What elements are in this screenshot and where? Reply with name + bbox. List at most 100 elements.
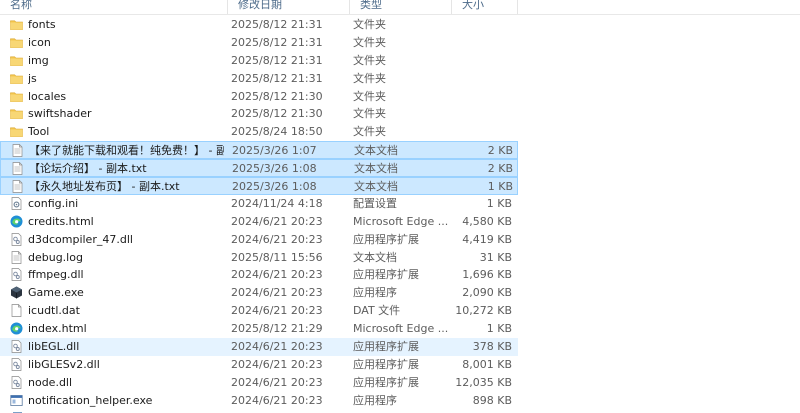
file-size: 1 KB: [487, 180, 513, 194]
file-size: 1,696 KB: [462, 268, 512, 282]
file-size: [450, 52, 512, 70]
file-list: fonts 2025/8/12 21:31 文件夹 icon 2025/8/12 21:…: [0, 16, 800, 410]
file-size: 2 KB: [487, 144, 513, 158]
file-name: img: [28, 53, 49, 67]
file-type: 应用程序扩展: [353, 268, 419, 282]
file-row[interactable]: node.dll 2024/6/21 20:23 应用程序扩展 12,035 KB: [0, 374, 518, 392]
file-type: 应用程序扩展: [353, 375, 419, 389]
file-type: 文本文档: [354, 180, 398, 194]
file-row[interactable]: ffmpeg.dll 2024/6/21 20:23 应用程序扩展 1,696 KB: [0, 266, 518, 284]
file-modified-date: 2025/8/12 21:30: [231, 89, 323, 103]
file-modified-date: 2025/8/12 21:31: [231, 71, 323, 85]
file-type: 配置设置: [353, 196, 397, 210]
file-size: 378 KB: [472, 340, 512, 354]
column-header: 名称 修改日期 类型 大小: [0, 0, 800, 15]
file-type: 文件夹: [353, 71, 386, 85]
text-file-icon: [10, 250, 23, 264]
file-row[interactable]: icudtl.dat 2024/6/21 20:23 DAT 文件 10,272 KB: [0, 302, 518, 320]
file-modified-date: 2024/6/21 20:23: [231, 214, 323, 228]
config-file-icon: [10, 197, 23, 210]
file-name: 【论坛介绍】 - 副本.txt: [29, 162, 147, 176]
file-row[interactable]: swiftshader 2025/8/12 21:30 文件夹: [0, 105, 518, 123]
file-size: [450, 123, 512, 141]
file-type: 应用程序: [353, 286, 397, 300]
column-header-name[interactable]: 名称: [0, 0, 228, 14]
file-row[interactable]: index.html 2025/8/12 21:29 Microsoft Edge …: [0, 320, 518, 338]
file-name: debug.log: [28, 250, 83, 264]
blank-file-icon: [10, 304, 23, 318]
folder-icon: [10, 125, 23, 138]
file-row[interactable]: 【永久地址发布页】 - 副本.txt 2025/3/26 1:08 文本文档 1 KB: [0, 177, 518, 195]
file-modified-date: 2024/6/21 20:23: [231, 357, 323, 371]
file-row[interactable]: libGLESv2.dll 2024/6/21 20:23 应用程序扩展 8,001 …: [0, 356, 518, 374]
file-modified-date: 2025/8/12 21:29: [231, 322, 323, 336]
file-row[interactable]: d3dcompiler_47.dll 2024/6/21 20:23 应用程序扩展 4…: [0, 231, 518, 249]
file-row[interactable]: img 2025/8/12 21:31 文件夹: [0, 52, 518, 70]
file-row[interactable]: debug.log 2025/8/11 15:56 文本文档 31 KB: [0, 249, 518, 267]
file-size: 4,580 KB: [462, 214, 512, 228]
file-type: 文本文档: [354, 144, 398, 158]
file-row[interactable]: locales 2025/8/12 21:30 文件夹: [0, 88, 518, 106]
file-name: index.html: [28, 322, 87, 336]
column-header-type[interactable]: 类型: [350, 0, 452, 14]
file-modified-date: 2025/8/12 21:31: [231, 18, 323, 31]
file-size: [450, 34, 512, 52]
text-file-icon: [11, 180, 24, 193]
file-row[interactable]: 【来了就能下载和观看！纯免费！】 - 副... 2025/3/26 1:07 文本文…: [0, 141, 518, 160]
file-name: ffmpeg.dll: [28, 268, 84, 282]
file-type: 文本文档: [354, 162, 398, 176]
file-size: 4,419 KB: [462, 232, 512, 246]
file-row[interactable]: libEGL.dll 2024/6/21 20:23 应用程序扩展 378 KB: [0, 338, 518, 356]
file-modified-date: 2025/8/12 21:31: [231, 53, 323, 67]
file-name: libGLESv2.dll: [28, 357, 100, 371]
file-size: 31 KB: [479, 250, 512, 264]
file-name: icudtl.dat: [28, 304, 80, 318]
game-exe-icon: [10, 286, 23, 299]
file-name: libEGL.dll: [28, 340, 80, 354]
dll-file-icon: [10, 340, 23, 353]
file-name: Tool: [28, 125, 50, 139]
file-type: 文件夹: [353, 89, 386, 103]
file-row[interactable]: 【论坛介绍】 - 副本.txt 2025/3/26 1:08 文本文档 2 KB: [0, 159, 518, 178]
file-size: 12,035 KB: [455, 375, 512, 389]
file-modified-date: 2024/6/21 20:23: [231, 268, 323, 282]
file-name: node.dll: [28, 375, 73, 389]
file-name: d3dcompiler_47.dll: [28, 232, 133, 246]
file-size: 2,090 KB: [462, 286, 512, 300]
file-name: 【永久地址发布页】 - 副本.txt: [29, 180, 180, 194]
file-modified-date: 2025/8/12 21:31: [231, 35, 323, 49]
folder-icon: [10, 54, 23, 67]
file-row[interactable]: Tool 2025/8/24 18:50 文件夹: [0, 123, 518, 141]
file-name: config.ini: [28, 196, 79, 210]
file-name: js: [28, 71, 37, 85]
file-row[interactable]: config.ini 2024/11/24 4:18 配置设置 1 KB: [0, 195, 518, 213]
file-modified-date: 2025/3/26 1:07: [232, 144, 317, 158]
partial-row-edge: [13, 412, 22, 413]
text-file-icon: [11, 144, 24, 158]
file-modified-date: 2024/11/24 4:18: [231, 196, 323, 210]
file-type: 文件夹: [353, 18, 386, 31]
folder-icon: [10, 107, 23, 120]
file-row[interactable]: Game.exe 2024/6/21 20:23 应用程序 2,090 KB: [0, 284, 518, 302]
file-row[interactable]: icon 2025/8/12 21:31 文件夹: [0, 34, 518, 52]
file-row[interactable]: fonts 2025/8/12 21:31 文件夹: [0, 16, 518, 34]
file-modified-date: 2025/8/24 18:50: [231, 125, 323, 139]
file-size: 8,001 KB: [462, 357, 512, 371]
file-modified-date: 2025/3/26 1:08: [232, 180, 317, 194]
file-name: credits.html: [28, 214, 94, 228]
file-type: 文件夹: [353, 107, 386, 121]
folder-icon: [10, 90, 23, 103]
column-header-size[interactable]: 大小: [452, 0, 518, 14]
file-size: [450, 105, 512, 123]
file-modified-date: 2025/8/11 15:56: [231, 250, 323, 264]
file-type: DAT 文件: [353, 304, 401, 318]
folder-icon: [10, 18, 23, 31]
dll-file-icon: [10, 375, 23, 389]
column-header-date[interactable]: 修改日期: [228, 0, 350, 14]
file-modified-date: 2024/6/21 20:23: [231, 232, 323, 246]
file-row[interactable]: credits.html 2024/6/21 20:23 Microsoft Edg…: [0, 213, 518, 231]
text-file-icon: [11, 162, 24, 175]
file-type: Microsoft Edge ...: [353, 322, 448, 336]
file-type: 应用程序扩展: [353, 340, 419, 354]
file-row[interactable]: js 2025/8/12 21:31 文件夹: [0, 70, 518, 88]
